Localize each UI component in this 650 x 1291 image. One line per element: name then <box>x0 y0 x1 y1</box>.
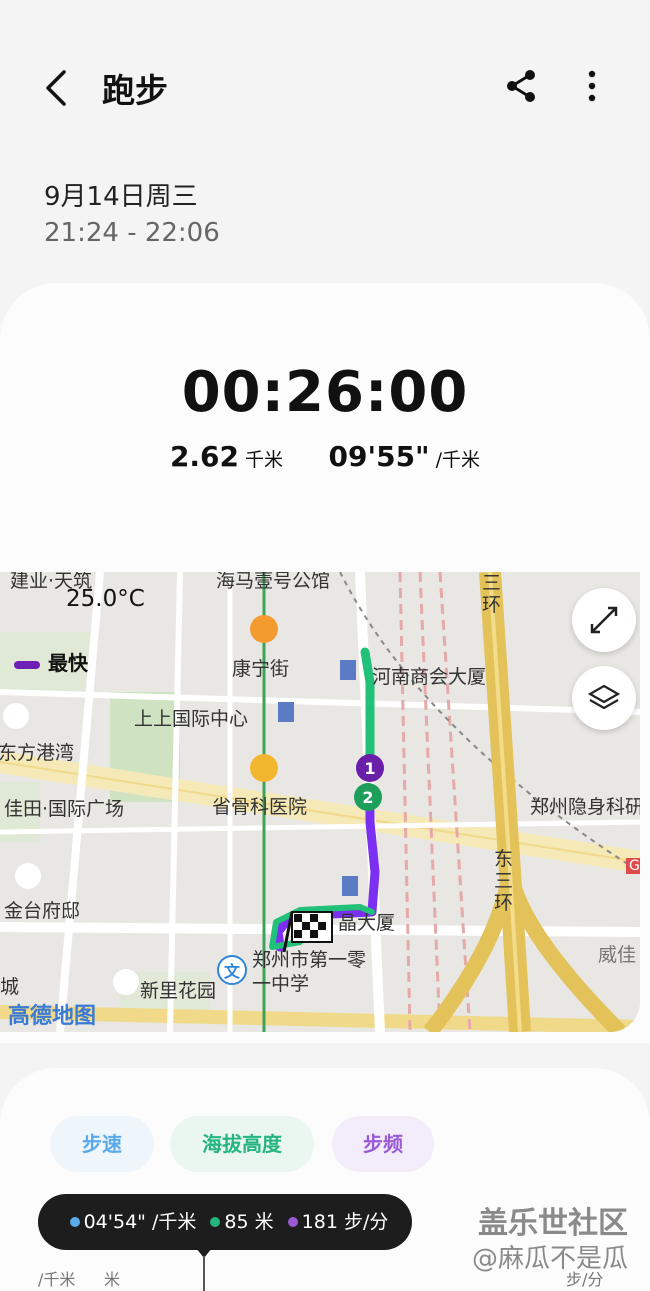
pace-unit: /千米 <box>435 449 481 471</box>
map-label: 三环 <box>482 572 502 616</box>
map-label: 省骨科医院 <box>212 796 308 818</box>
map-label: 上上国际中心 <box>134 708 249 730</box>
route-legend: 最快 <box>14 647 88 676</box>
tooltip-pace: 04'54" /千米 <box>83 1211 197 1233</box>
map-layers-button[interactable] <box>572 666 636 730</box>
tooltip-cadence: 181 步/分 <box>301 1211 389 1233</box>
watermark-line2: @麻瓜不是瓜 <box>472 1244 629 1274</box>
expand-map-button[interactable] <box>572 588 636 652</box>
tab-cadence[interactable]: 步频 <box>332 1116 434 1172</box>
map-label: 金台府邸 <box>4 900 81 922</box>
map-label: 海马壹号公馆 <box>216 572 331 592</box>
altitude-dot <box>210 1216 221 1227</box>
map-label: 威佳 <box>598 944 637 966</box>
workout-date: 9月14日周三 <box>44 182 198 212</box>
amap-logo: 高德地图 <box>8 1004 97 1029</box>
map-label: 新里花园 <box>140 980 217 1002</box>
more-options-button[interactable] <box>576 66 608 106</box>
distance-unit: 千米 <box>245 449 284 471</box>
legend-label: 最快 <box>48 651 88 675</box>
tooltip-altitude: 85 米 <box>224 1211 274 1233</box>
chart-cursor[interactable] <box>203 1256 205 1291</box>
workout-time-range: 21:24 - 22:06 <box>44 218 220 248</box>
chart-tooltip: 04'54" /千米 85 米 181 步/分 <box>38 1194 412 1250</box>
svg-text:1: 1 <box>364 759 375 778</box>
cadence-dot <box>287 1216 298 1227</box>
map-label: 城 <box>0 976 20 998</box>
pace-value: 09'55" <box>328 440 430 473</box>
map-label: 晶大厦 <box>338 912 396 934</box>
map-label: 郑州市第一零一中学 <box>252 949 367 995</box>
expand-icon <box>590 606 618 634</box>
workout-stats: 2.62 千米 09'55"/千米 <box>0 440 650 473</box>
axis-label-pace: /千米 <box>38 1270 76 1289</box>
svg-text:2: 2 <box>362 788 373 807</box>
chevron-left-icon <box>46 70 66 106</box>
tab-pace[interactable]: 步速 <box>50 1116 154 1172</box>
tab-altitude[interactable]: 海拔高度 <box>170 1116 314 1172</box>
map-label: 康宁街 <box>232 658 290 680</box>
distance-value: 2.62 <box>169 440 240 473</box>
pace-dot <box>69 1216 80 1227</box>
back-button[interactable] <box>38 62 78 114</box>
map-label: 郑州隐身科研 <box>530 796 640 818</box>
more-vertical-icon <box>588 70 596 102</box>
share-icon <box>507 70 535 102</box>
map-label: 东三环 <box>494 848 514 914</box>
map-label: 河南商会大厦 <box>372 666 487 688</box>
map-label: 建业·天筑 <box>10 572 93 592</box>
workout-duration: 00:26:00 <box>181 360 469 425</box>
page-title: 跑步 <box>102 71 168 110</box>
map-label: 东方港湾 <box>0 742 75 764</box>
highway-shield: G2 <box>626 858 640 874</box>
svg-text:文: 文 <box>224 962 241 981</box>
share-button[interactable] <box>502 66 542 106</box>
layers-icon <box>588 684 620 710</box>
watermark-line1: 盖乐世社区 <box>478 1206 628 1241</box>
fastest-legend-swatch <box>14 660 40 669</box>
route-map[interactable]: 1 2 文 25.0°C 最快 建业·天筑 海马壹号公馆 康宁街 河南商会大厦 … <box>0 572 640 1032</box>
header: 跑步 9月14日周三 21:24 - 22:06 <box>0 0 650 248</box>
map-label: 佳田·国际广场 <box>4 798 125 820</box>
axis-label-altitude: 米 <box>104 1270 121 1289</box>
